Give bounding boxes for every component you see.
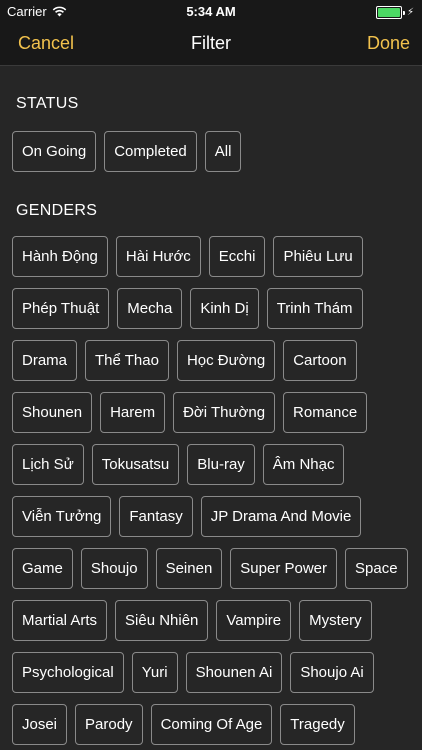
genre-tag-blu-ray[interactable]: Blu-ray [187, 444, 255, 485]
battery-icon [375, 6, 402, 19]
genre-tag-yuri[interactable]: Yuri [131, 652, 178, 693]
genre-tag-harem[interactable]: Harem [100, 392, 166, 433]
genre-tag-shounen-ai[interactable]: Shounen Ai [185, 652, 283, 693]
genre-tag-shoujo[interactable]: Shoujo [80, 548, 148, 589]
genders-section-title: GENDERS [16, 202, 98, 219]
genre-tag-martial-arts[interactable]: Martial Arts [12, 600, 108, 641]
genre-tag-mystery[interactable]: Mystery [299, 600, 372, 641]
genre-tag-jp-drama-and-movie[interactable]: JP Drama And Movie [200, 496, 362, 537]
genre-tag-psychological[interactable]: Psychological [12, 652, 124, 693]
genre-tag-game[interactable]: Game [12, 548, 73, 589]
genre-tag-fantasy[interactable]: Fantasy [119, 496, 193, 537]
genre-tag-ecchi[interactable]: Ecchi [208, 236, 266, 277]
genre-tag-mecha[interactable]: Mecha [117, 288, 183, 329]
genre-tag-coming-of-age[interactable]: Coming Of Age [150, 704, 273, 745]
genre-tag-phep-thuat[interactable]: Phép Thuật [12, 288, 110, 329]
genre-tag-space[interactable]: Space [345, 548, 408, 589]
genre-tag-parody[interactable]: Parody [75, 704, 143, 745]
genre-tag-trinh-tham[interactable]: Trinh Thám [266, 288, 363, 329]
battery-tip [402, 10, 405, 15]
filter-content[interactable]: STATUS On Going Completed All GENDERS Hành… [0, 66, 422, 750]
status-bar: Carrier 5:34 AM ⚡ [0, 0, 422, 22]
status-option-on-going[interactable]: On Going [12, 131, 97, 172]
genre-tag-sieu-nhien[interactable]: Siêu Nhiên [115, 600, 209, 641]
navigation-bar: Cancel Filter Done [0, 22, 422, 66]
status-option-all[interactable]: All [204, 131, 242, 172]
genre-tag-vien-tuong[interactable]: Viễn Tưởng [12, 496, 112, 537]
genre-tag-lich-su[interactable]: Lịch Sử [12, 444, 84, 485]
genre-options: Hành Động Hài Hước Ecchi Phiêu Lưu Phép Thuậ… [0, 236, 422, 745]
genre-tag-phieu-luu[interactable]: Phiêu Lưu [273, 236, 363, 277]
genre-tag-the-thao[interactable]: Thể Thao [85, 340, 169, 381]
genre-tag-shoujo-ai[interactable]: Shoujo Ai [290, 652, 374, 693]
genre-tag-am-nhac[interactable]: Âm Nhạc [262, 444, 345, 485]
status-options: On Going Completed All [0, 131, 422, 172]
genre-tag-tragedy[interactable]: Tragedy [280, 704, 355, 745]
genre-tag-doi-thuong[interactable]: Đời Thường [173, 392, 276, 433]
genre-tag-josei[interactable]: Josei [12, 704, 68, 745]
genre-tag-kinh-di[interactable]: Kinh Dị [190, 288, 259, 329]
genre-tag-hoc-duong[interactable]: Học Đường [176, 340, 276, 381]
genre-tag-hai-huoc[interactable]: Hài Hước [115, 236, 201, 277]
genre-tag-super-power[interactable]: Super Power [230, 548, 338, 589]
genre-tag-vampire[interactable]: Vampire [216, 600, 292, 641]
done-button[interactable]: Done [367, 33, 410, 54]
clock: 5:34 AM [186, 4, 236, 19]
battery-level [377, 8, 400, 17]
genre-tag-cartoon[interactable]: Cartoon [283, 340, 357, 381]
page-title: Filter [191, 33, 231, 53]
genre-tag-shounen[interactable]: Shounen [12, 392, 93, 433]
battery-indicator: ⚡ [375, 6, 414, 19]
status-section-title: STATUS [16, 95, 79, 112]
genre-tag-hanh-dong[interactable]: Hành Động [12, 236, 108, 277]
genre-tag-drama[interactable]: Drama [12, 340, 78, 381]
genre-tag-romance[interactable]: Romance [283, 392, 368, 433]
genre-tag-tokusatsu[interactable]: Tokusatsu [91, 444, 180, 485]
status-option-completed[interactable]: Completed [104, 131, 197, 172]
bolt-icon: ⚡ [406, 6, 414, 18]
genre-tag-seinen[interactable]: Seinen [155, 548, 223, 589]
